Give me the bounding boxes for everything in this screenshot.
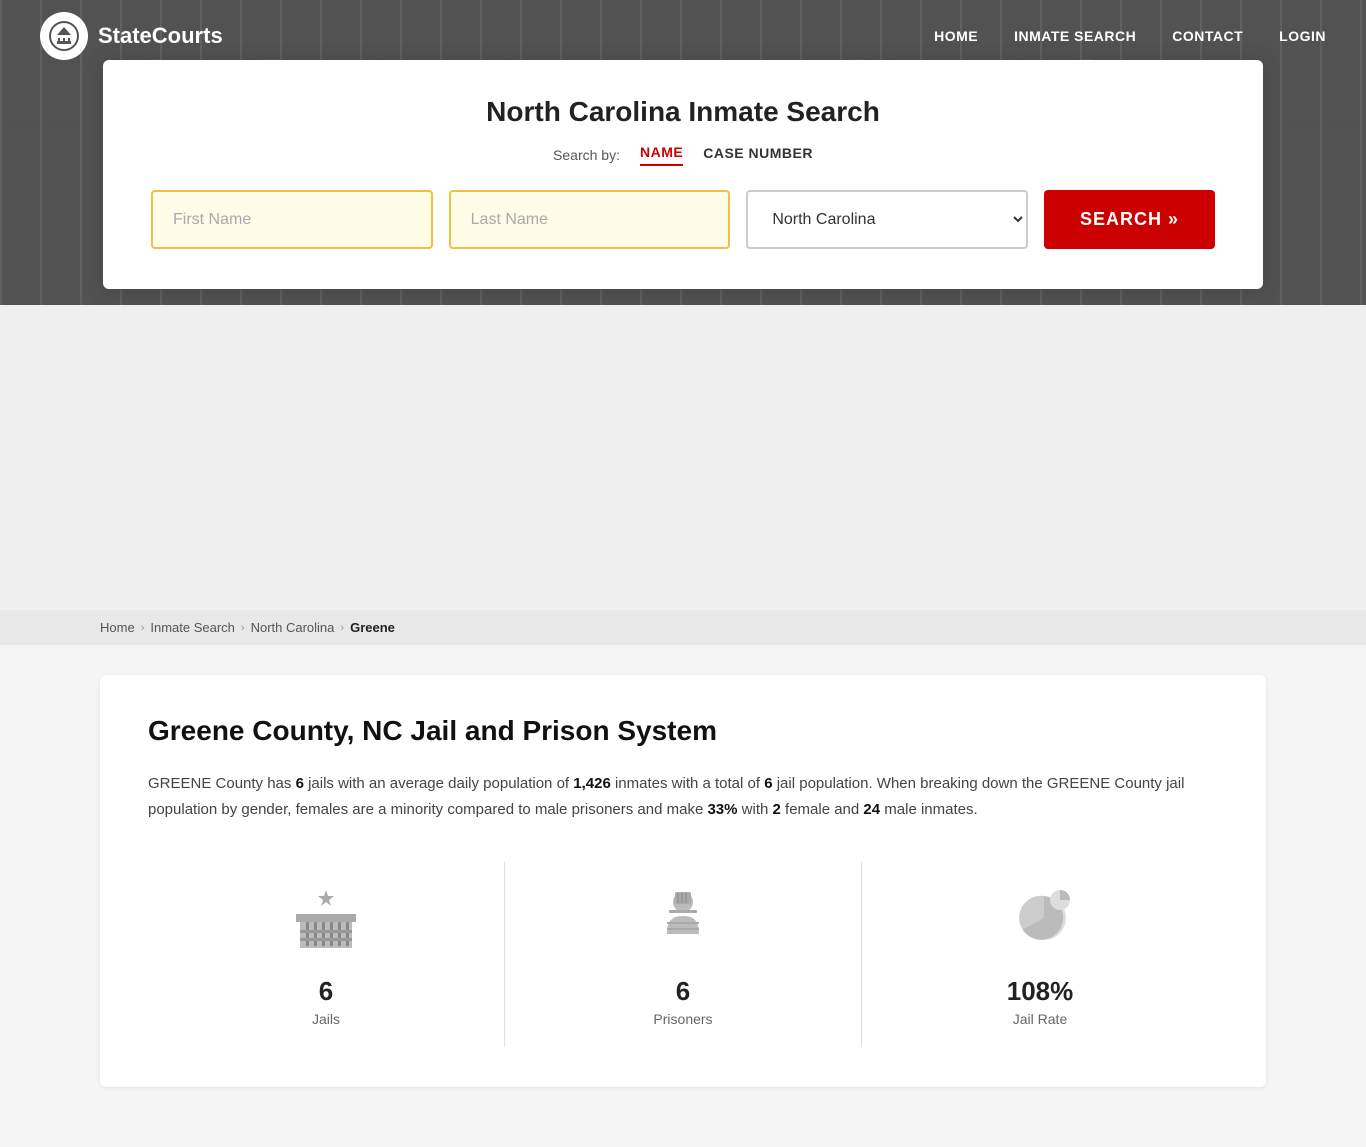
jails-label: Jails: [312, 1011, 340, 1027]
main-content: Greene County, NC Jail and Prison System…: [0, 645, 1366, 1147]
content-card: Greene County, NC Jail and Prison System…: [100, 675, 1266, 1087]
stat-jails: 6 Jails: [148, 862, 505, 1047]
breadcrumb-current: Greene: [350, 620, 395, 635]
jail-icon: [290, 882, 362, 964]
search-by-label: Search by:: [553, 147, 620, 163]
county-description: GREENE County has 6 jails with an averag…: [148, 771, 1218, 822]
site-logo[interactable]: StateCourts: [40, 12, 223, 60]
breadcrumb-sep-3: ›: [340, 622, 344, 634]
rate-icon: [1004, 882, 1076, 964]
header: COURTHOUSE StateCourts HOME INMATE SEARC…: [0, 0, 1366, 305]
tab-case-number[interactable]: CASE NUMBER: [703, 145, 813, 165]
last-name-input[interactable]: [449, 190, 731, 249]
state-select[interactable]: North Carolina Alabama Alaska Arizona Ca…: [746, 190, 1028, 249]
nav-contact[interactable]: CONTACT: [1172, 28, 1243, 44]
breadcrumb: Home › Inmate Search › North Carolina › …: [0, 610, 1366, 645]
jails-count: 6: [319, 976, 333, 1007]
logo-text: StateCourts: [98, 23, 223, 49]
nav-home[interactable]: HOME: [934, 28, 978, 44]
county-title: Greene County, NC Jail and Prison System: [148, 715, 1218, 747]
breadcrumb-state[interactable]: North Carolina: [251, 620, 335, 635]
nav-inmate-search[interactable]: INMATE SEARCH: [1014, 28, 1136, 44]
rate-label: Jail Rate: [1013, 1011, 1067, 1027]
stat-rate: 108% Jail Rate: [862, 862, 1218, 1047]
breadcrumb-sep-1: ›: [141, 622, 145, 634]
tab-name[interactable]: NAME: [640, 144, 683, 166]
stat-prisoners: 6 Prisoners: [505, 862, 862, 1047]
prisoner-icon: [647, 882, 719, 964]
search-inputs-row: North Carolina Alabama Alaska Arizona Ca…: [151, 190, 1215, 249]
breadcrumb-inmate-search[interactable]: Inmate Search: [150, 620, 235, 635]
first-name-input[interactable]: [151, 190, 433, 249]
nav-links: HOME INMATE SEARCH CONTACT LOGIN: [934, 28, 1326, 44]
nav-login[interactable]: LOGIN: [1279, 28, 1326, 44]
search-card-title: North Carolina Inmate Search: [151, 96, 1215, 128]
search-card: North Carolina Inmate Search Search by: …: [103, 60, 1263, 289]
search-button[interactable]: SEARCH »: [1044, 190, 1215, 249]
prisoners-label: Prisoners: [653, 1011, 712, 1027]
logo-icon: [40, 12, 88, 60]
search-by-row: Search by: NAME CASE NUMBER: [151, 144, 1215, 166]
prisoners-count: 6: [676, 976, 690, 1007]
stats-row: 6 Jails: [148, 862, 1218, 1047]
rate-value: 108%: [1007, 976, 1074, 1007]
breadcrumb-home[interactable]: Home: [100, 620, 135, 635]
breadcrumb-sep-2: ›: [241, 622, 245, 634]
